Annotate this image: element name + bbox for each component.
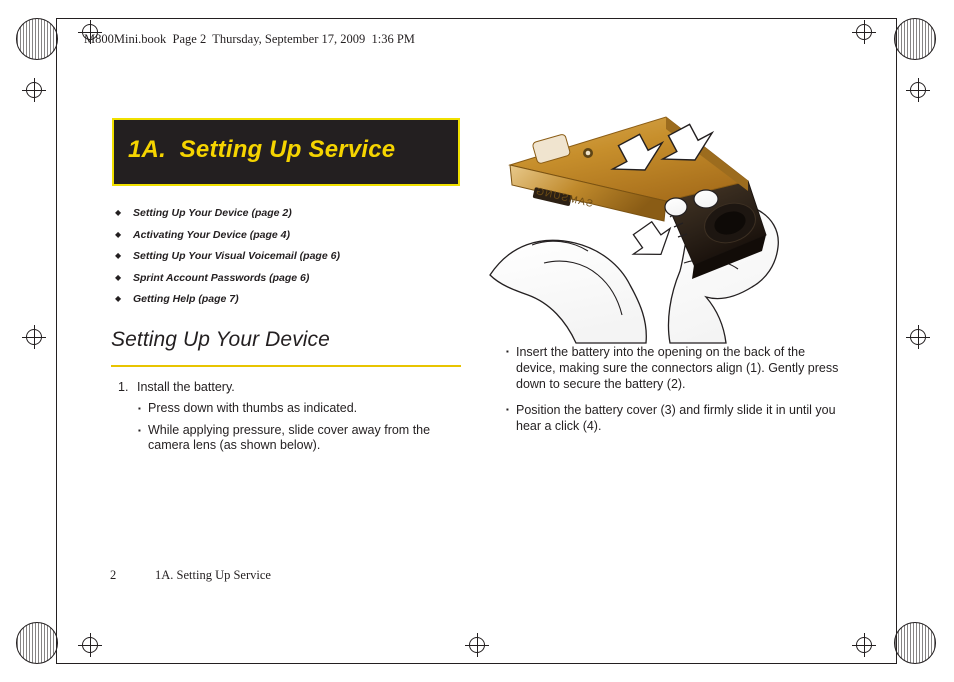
- toc-item-label: Getting Help (page 7): [133, 293, 239, 305]
- section-heading: Setting Up Your Device: [111, 328, 461, 352]
- device-illustration: SAMSUNG: [480, 95, 860, 345]
- thumb-tip-left: [664, 197, 688, 217]
- toc-item[interactable]: ◆ Sprint Account Passwords (page 6): [113, 271, 473, 285]
- diamond-bullet-icon: ◆: [115, 251, 122, 260]
- step-sub-list: ▪ Press down with thumbs as indicated. ▪…: [118, 401, 468, 453]
- chapter-contents-list: ◆ Setting Up Your Device (page 2) ◆ Acti…: [113, 206, 473, 314]
- registration-halftone-top-right: [894, 18, 936, 60]
- chapter-title-text: 1A. Setting Up Service: [128, 136, 396, 163]
- square-bullet-icon: ▪: [138, 404, 141, 413]
- registration-target-bottom-left: [78, 633, 102, 657]
- toc-item-label: Activating Your Device (page 4): [133, 228, 290, 241]
- footer-page-number: 2: [110, 568, 117, 582]
- step-sub-item: ▪ While applying pressure, slide cover a…: [138, 423, 468, 453]
- instruction-text: Insert the battery into the opening on t…: [516, 345, 839, 391]
- document-page: M800Mini.book Page 2 Thursday, September…: [0, 0, 954, 682]
- instruction-item: ▪ Insert the battery into the opening on…: [506, 344, 846, 392]
- diamond-bullet-icon: ◆: [115, 272, 122, 282]
- step-list: 1. Install the battery. ▪ Press down wit…: [118, 380, 468, 459]
- instruction-text: Position the battery cover (3) and firml…: [516, 403, 836, 433]
- step-sub-text: While applying pressure, slide cover awa…: [148, 423, 431, 452]
- registration-target-bottom-center: [465, 633, 489, 657]
- footer-chapter-label: 1A. Setting Up Service: [155, 568, 271, 582]
- section-heading-text: Setting Up Your Device: [111, 328, 330, 351]
- registration-target-bottom-right: [852, 633, 876, 657]
- crop-line-top: [56, 18, 896, 19]
- toc-item-label: Setting Up Your Device (page 2): [133, 207, 292, 219]
- right-column-instructions: ▪ Insert the battery into the opening on…: [506, 344, 846, 444]
- chapter-title-box: 1A. Setting Up Service: [112, 118, 460, 186]
- crop-line-bottom: [56, 663, 896, 664]
- toc-item[interactable]: ◆ Setting Up Your Device (page 2): [113, 206, 473, 220]
- registration-target-left-upper: [22, 78, 46, 102]
- square-bullet-icon: ▪: [138, 426, 141, 435]
- crop-line-left: [56, 18, 57, 664]
- toc-item-label: Setting Up Your Visual Voicemail (page 6…: [133, 250, 340, 262]
- registration-target-left-middle: [22, 325, 46, 349]
- toc-item[interactable]: ◆ Setting Up Your Visual Voicemail (page…: [113, 249, 473, 263]
- instruction-item: ▪ Position the battery cover (3) and fir…: [506, 402, 846, 434]
- step-text: Install the battery.: [137, 380, 235, 394]
- square-bullet-icon: ▪: [506, 347, 509, 356]
- toc-item-label: Sprint Account Passwords (page 6): [133, 271, 310, 284]
- registration-halftone-top-left: [16, 18, 58, 60]
- crop-line-right: [896, 18, 897, 664]
- diamond-bullet-icon: ◆: [115, 229, 122, 239]
- thumb-tip-right: [693, 189, 719, 209]
- registration-target-right-upper: [906, 78, 930, 102]
- registration-target-right-middle: [906, 325, 930, 349]
- left-hand-outline: [489, 239, 647, 344]
- diamond-bullet-icon: ◆: [115, 208, 122, 217]
- registration-target-top-right: [852, 20, 876, 44]
- toc-item[interactable]: ◆ Getting Help (page 7): [113, 292, 473, 306]
- toc-item[interactable]: ◆ Activating Your Device (page 4): [113, 228, 473, 242]
- step-sub-text: Press down with thumbs as indicated.: [148, 401, 358, 415]
- registration-halftone-bottom-left: [16, 622, 58, 664]
- book-header-line: M800Mini.book Page 2 Thursday, September…: [84, 32, 415, 46]
- diamond-bullet-icon: ◆: [115, 294, 122, 303]
- section-underline-rule: [111, 365, 461, 367]
- step-number: 1.: [118, 380, 129, 394]
- slide-arrow-icon: [631, 220, 672, 256]
- square-bullet-icon: ▪: [506, 405, 509, 414]
- step-item: 1. Install the battery.: [118, 380, 468, 394]
- step-sub-item: ▪ Press down with thumbs as indicated.: [138, 401, 468, 417]
- registration-halftone-bottom-right: [894, 622, 936, 664]
